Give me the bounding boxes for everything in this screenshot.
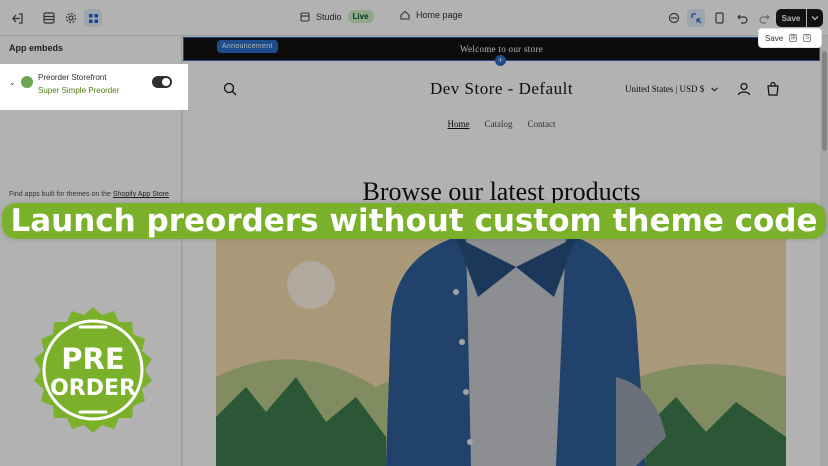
hint-text: Find apps built for themes on the (9, 191, 113, 198)
popover-label: Save (765, 33, 784, 43)
top-bar: Studio Live Home page Save (0, 0, 828, 36)
announcement-text: Welcome to our store (459, 44, 543, 54)
save-button[interactable]: Save (776, 9, 806, 27)
sections-icon[interactable] (40, 9, 58, 27)
home-icon (400, 10, 410, 20)
page-name: Home page (416, 10, 463, 20)
page-selector[interactable]: Home page (400, 10, 463, 20)
promo-banner: Launch preorders without custom theme co… (0, 198, 828, 244)
hero-image[interactable] (216, 237, 786, 466)
account-icon[interactable] (736, 81, 752, 97)
app-embed-row[interactable]: ⌄ Preorder Storefront Super Simple Preor… (0, 64, 188, 110)
app-embed-name: Preorder Storefront (38, 73, 107, 82)
save-options-chevron-icon[interactable] (807, 9, 823, 27)
redo-icon[interactable] (755, 9, 773, 27)
embed-toggle[interactable] (152, 76, 172, 88)
cart-icon[interactable] (765, 81, 781, 97)
promo-banner-text: Launch preorders without custom theme co… (2, 203, 826, 239)
inspector-icon[interactable] (665, 9, 683, 27)
mobile-preview-icon[interactable] (710, 9, 728, 27)
app-embed-subtitle: Super Simple Preorder (38, 86, 120, 95)
sidebar-title: App embeds (9, 43, 64, 53)
save-shortcut-popover: Save ⊞ S (758, 28, 822, 48)
app-logo-icon (21, 76, 33, 88)
country-label: United States | USD $ (625, 84, 705, 94)
app-embeds-icon[interactable] (84, 9, 102, 27)
announcement-tag: Announcement (217, 40, 278, 53)
nav-item-home[interactable]: Home (448, 119, 470, 129)
theme-name: Studio (316, 11, 342, 22)
country-selector[interactable]: United States | USD $ (625, 84, 718, 94)
badge-line-1: PRE (61, 342, 124, 376)
nav-item-catalog[interactable]: Catalog (485, 119, 513, 129)
exit-icon[interactable] (8, 9, 26, 27)
settings-gear-icon[interactable] (62, 9, 80, 27)
command-key-icon: ⊞ (789, 34, 798, 42)
theme-icon (300, 11, 310, 22)
undo-icon[interactable] (733, 9, 751, 27)
app-store-link[interactable]: Shopify App Store (113, 191, 169, 198)
badge-line-2: ORDER (50, 376, 136, 401)
nav-item-contact[interactable]: Contact (528, 119, 556, 129)
theme-selector[interactable]: Studio Live (300, 10, 374, 23)
selection-tool-icon[interactable] (687, 9, 705, 27)
scrollbar-thumb[interactable] (822, 51, 827, 151)
preorder-badge-icon: PRE ORDER (28, 305, 158, 435)
chevron-down-icon (710, 87, 718, 92)
add-section-plus-icon[interactable]: + (495, 55, 506, 66)
hint-end: . (168, 191, 171, 198)
s-key: S (803, 34, 812, 42)
live-badge: Live (347, 10, 374, 23)
store-name[interactable]: Dev Store - Default (183, 79, 820, 99)
preview-scrollbar[interactable] (821, 37, 828, 466)
chevron-down-icon[interactable]: ⌄ (9, 78, 16, 87)
main-nav: Home Catalog Contact (183, 119, 820, 129)
store-preview: Announcement Welcome to our store + Dev … (183, 37, 820, 466)
